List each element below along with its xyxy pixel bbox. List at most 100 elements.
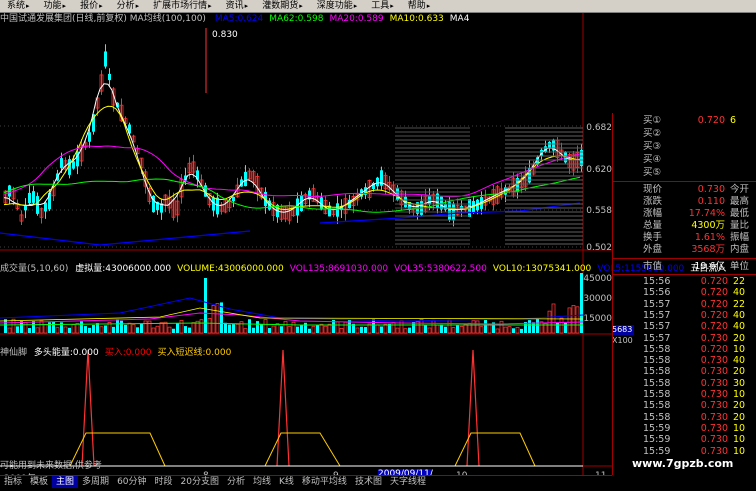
signal-title: 神仙脚	[0, 348, 28, 358]
stat-label: 外盘	[643, 244, 663, 255]
candle-body	[548, 141, 551, 149]
tick-price: 0.720	[700, 287, 728, 299]
tick-row: 15:59 0.730 10	[613, 434, 756, 445]
volume-bar	[444, 326, 447, 333]
tick-row: 15:58 0.730 20	[613, 400, 756, 411]
volume-bar	[280, 326, 283, 333]
menu-item-9[interactable]: 帮助▸	[401, 0, 438, 12]
candle-body	[244, 171, 247, 187]
tick-price: 0.730	[700, 389, 728, 400]
volume-bar	[52, 321, 55, 333]
menu-item-1[interactable]: 功能▸	[37, 0, 74, 12]
bottom-tab-6[interactable]: 20分支图	[177, 476, 223, 488]
bottom-tab-2[interactable]: 主图	[52, 476, 79, 488]
stat-value: 3568万	[691, 244, 725, 255]
tick-price: 0.730	[700, 411, 728, 423]
vol-tick-1: 30000	[583, 294, 612, 304]
stat-value: 0.730	[697, 184, 725, 195]
tick-volume: 10	[733, 343, 746, 355]
menu-label: 分析	[116, 1, 135, 11]
tick-time: 15:56	[643, 287, 671, 299]
indicator-value: VOL10:13075341.000	[492, 264, 592, 274]
bottom-extra-2[interactable]: 技术图	[351, 476, 386, 488]
tick-row: 15:57 0.720 40	[613, 310, 756, 321]
bottom-extra-1[interactable]: 移动平均线	[298, 476, 351, 488]
bottom-tab-8[interactable]: 均线	[249, 476, 275, 488]
menu-item-5[interactable]: 资讯▸	[219, 0, 256, 12]
bottom-extra-3[interactable]: 天字线程	[386, 476, 430, 488]
stat-label: 总量	[643, 220, 663, 231]
stat-row: 现价 0.730 今开	[613, 184, 756, 196]
menu-item-6[interactable]: 灌数期货▸	[255, 0, 310, 12]
bottom-tab-0[interactable]: 指标	[0, 476, 26, 488]
tick-row: 15:58 0.720 10	[613, 344, 756, 355]
menu-item-7[interactable]: 深度功能▸	[310, 0, 365, 12]
volume-bar	[92, 325, 95, 333]
volume-bar	[228, 324, 231, 333]
market-cap-value: 19.6亿	[694, 261, 725, 272]
bottom-tab-5[interactable]: 时段	[151, 476, 177, 488]
tick-time: 15:58	[643, 411, 671, 423]
y-tick-1: 0.620	[586, 165, 612, 175]
tick-price: 0.730	[700, 445, 728, 457]
volume-bar	[124, 324, 127, 333]
volume-bar	[424, 324, 427, 333]
high-price-label: 0.830	[212, 30, 238, 40]
tick-volume: 10	[733, 422, 746, 434]
stat-label: 现价	[643, 184, 663, 195]
menu-arrow-icon: ▸	[208, 2, 212, 10]
tick-volume: 22	[733, 276, 746, 287]
menu-item-3[interactable]: 分析▸	[110, 0, 147, 12]
panel-blank	[612, 0, 756, 113]
bottom-extra-0[interactable]: K线	[275, 476, 298, 488]
tick-row: 15:57 0.720 40	[613, 321, 756, 332]
menu-item-2[interactable]: 报价▸	[73, 0, 110, 12]
candle-body	[60, 158, 63, 168]
volume-title: 成交量(5,10,60)	[0, 264, 69, 274]
volume-bar	[304, 322, 307, 333]
volume-bar	[372, 319, 375, 333]
volume-bar	[188, 327, 191, 333]
menu-item-4[interactable]: 扩展市场行情▸	[146, 0, 219, 12]
main-chart-indicator: MA均线(100,100)	[129, 14, 206, 24]
bid-row: 买③	[613, 141, 756, 153]
y-tick-0: 0.682	[586, 123, 612, 133]
volume-bar	[88, 327, 91, 333]
tick-row: 15:58 0.730 20	[613, 412, 756, 423]
bottom-tab-1[interactable]: 模板	[26, 476, 52, 488]
volume-bar	[104, 325, 107, 333]
volume-bar	[296, 326, 299, 333]
tick-price: 0.720	[700, 298, 728, 310]
tick-row: 15:58 0.730 30	[613, 378, 756, 389]
indicator-value: VOL35:5380622.500	[394, 264, 487, 274]
bid-label: 买⑤	[643, 167, 662, 178]
candle-body	[44, 202, 47, 212]
tick-volume: 20	[733, 332, 746, 344]
market-cap-label: 市值	[643, 261, 663, 272]
indicator-value: VOL135:8691030.000	[289, 264, 389, 274]
volume-bar	[456, 325, 459, 333]
divider	[613, 181, 756, 182]
bottom-tab-4[interactable]: 60分钟	[113, 476, 150, 488]
menu-arrow-icon: ▸	[244, 2, 249, 10]
bottom-tab-7[interactable]: 分析	[223, 476, 249, 488]
volume-bar	[268, 328, 271, 333]
menu-item-0[interactable]: 系统▸	[0, 0, 37, 12]
tick-price: 0.730	[700, 332, 728, 344]
volume-bar	[564, 322, 567, 333]
tick-price: 0.730	[700, 366, 728, 378]
volume-bar	[80, 321, 83, 333]
stat-value: 1.61%	[694, 232, 725, 243]
tick-row: 15:58 0.730 40	[613, 355, 756, 366]
chart-area[interactable]	[0, 13, 612, 475]
tick-price: 0.730	[700, 422, 728, 434]
volume-bar	[248, 319, 251, 333]
menu-item-8[interactable]: 工具▸	[364, 0, 401, 12]
tick-volume: 40	[733, 287, 746, 299]
indicator-value: MA5:0.624	[214, 14, 264, 24]
tick-volume: 40	[733, 355, 746, 367]
volume-bar	[316, 324, 319, 333]
bottom-tab-3[interactable]: 多周期	[78, 476, 113, 488]
volume-bar	[256, 321, 259, 333]
volume-bar	[140, 323, 143, 333]
